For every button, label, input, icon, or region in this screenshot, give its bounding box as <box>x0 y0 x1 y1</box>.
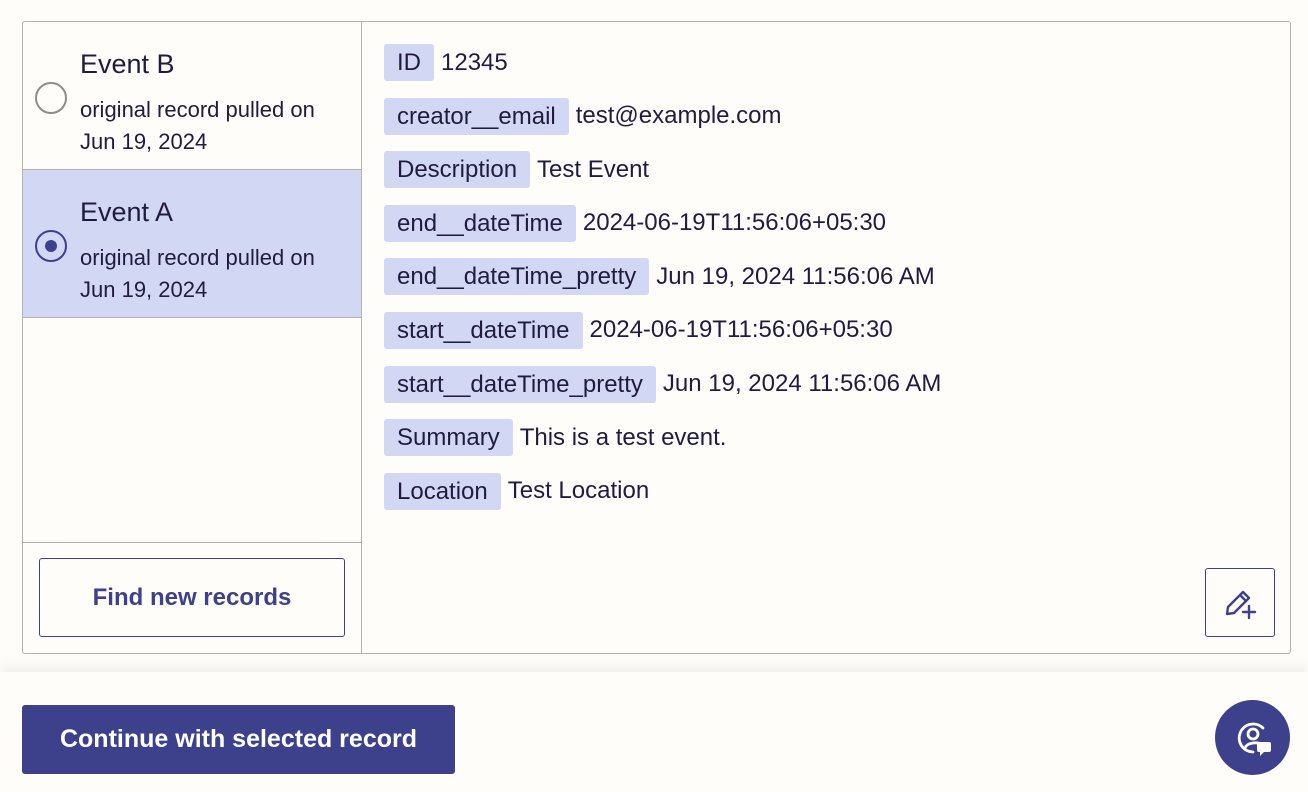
field-key: Description <box>384 151 531 189</box>
radio-button[interactable] <box>35 82 67 114</box>
field-key: start__dateTime_pretty <box>384 365 656 403</box>
field-row: Location Test Location <box>384 472 1290 510</box>
record-list-footer: Find new records <box>23 543 361 653</box>
continue-with-selected-record-button[interactable]: Continue with selected record <box>22 705 455 774</box>
help-chat-icon <box>1237 722 1271 756</box>
field-value: Test Event <box>537 155 650 183</box>
edit-record-button[interactable] <box>1205 568 1275 637</box>
record-subtitle: original record pulled on Jun 19, 2024 <box>80 97 315 154</box>
field-row: start__dateTime_pretty Jun 19, 2024 11:5… <box>384 365 1290 403</box>
field-key: end__dateTime <box>384 204 576 242</box>
record-item-event-a[interactable]: Event A original record pulled on Jun 19… <box>23 170 361 318</box>
edit-add-icon <box>1225 590 1257 619</box>
record-subtitle: original record pulled on Jun 19, 2024 <box>80 245 315 302</box>
record-title: Event B <box>80 49 175 79</box>
field-row: start__dateTime 2024-06-19T11:56:06+05:3… <box>384 311 1290 349</box>
bottom-action-bar: Continue with selected record <box>0 672 1308 792</box>
record-details: ID 12345 creator__email test@example.com… <box>362 22 1290 653</box>
record-picker-panel: Event B original record pulled on Jun 19… <box>22 21 1291 654</box>
field-key: ID <box>384 44 434 81</box>
field-value: Test Location <box>507 477 650 505</box>
record-list: Event B original record pulled on Jun 19… <box>23 22 362 653</box>
field-key: end__dateTime_pretty <box>384 258 650 296</box>
field-key: Location <box>384 472 501 510</box>
field-value: test@example.com <box>575 102 782 130</box>
field-row: end__dateTime_pretty Jun 19, 2024 11:56:… <box>384 258 1290 296</box>
field-row: ID 12345 <box>384 44 1290 81</box>
field-key: start__dateTime <box>384 311 583 349</box>
find-new-records-button[interactable]: Find new records <box>39 558 345 637</box>
field-row: Summary This is a test event. <box>384 419 1290 457</box>
field-value: 12345 <box>441 48 508 76</box>
help-chat-button[interactable] <box>1215 700 1290 775</box>
field-value: 2024-06-19T11:56:06+05:30 <box>582 209 887 237</box>
field-row: creator__email test@example.com <box>384 97 1290 135</box>
record-title: Event A <box>80 197 174 227</box>
field-value: Jun 19, 2024 11:56:06 AM <box>662 370 942 398</box>
field-key: creator__email <box>384 97 569 135</box>
radio-button-selected[interactable] <box>35 230 67 262</box>
field-value: Jun 19, 2024 11:56:06 AM <box>656 262 935 290</box>
record-item-event-b[interactable]: Event B original record pulled on Jun 19… <box>23 22 361 170</box>
field-row: Description Test Event <box>384 151 1290 189</box>
field-value: 2024-06-19T11:56:06+05:30 <box>589 316 893 344</box>
record-list-empty-space <box>23 318 361 543</box>
field-value: This is a test event. <box>519 423 727 451</box>
field-key: Summary <box>384 419 513 457</box>
field-row: end__dateTime 2024-06-19T11:56:06+05:30 <box>384 204 1290 242</box>
